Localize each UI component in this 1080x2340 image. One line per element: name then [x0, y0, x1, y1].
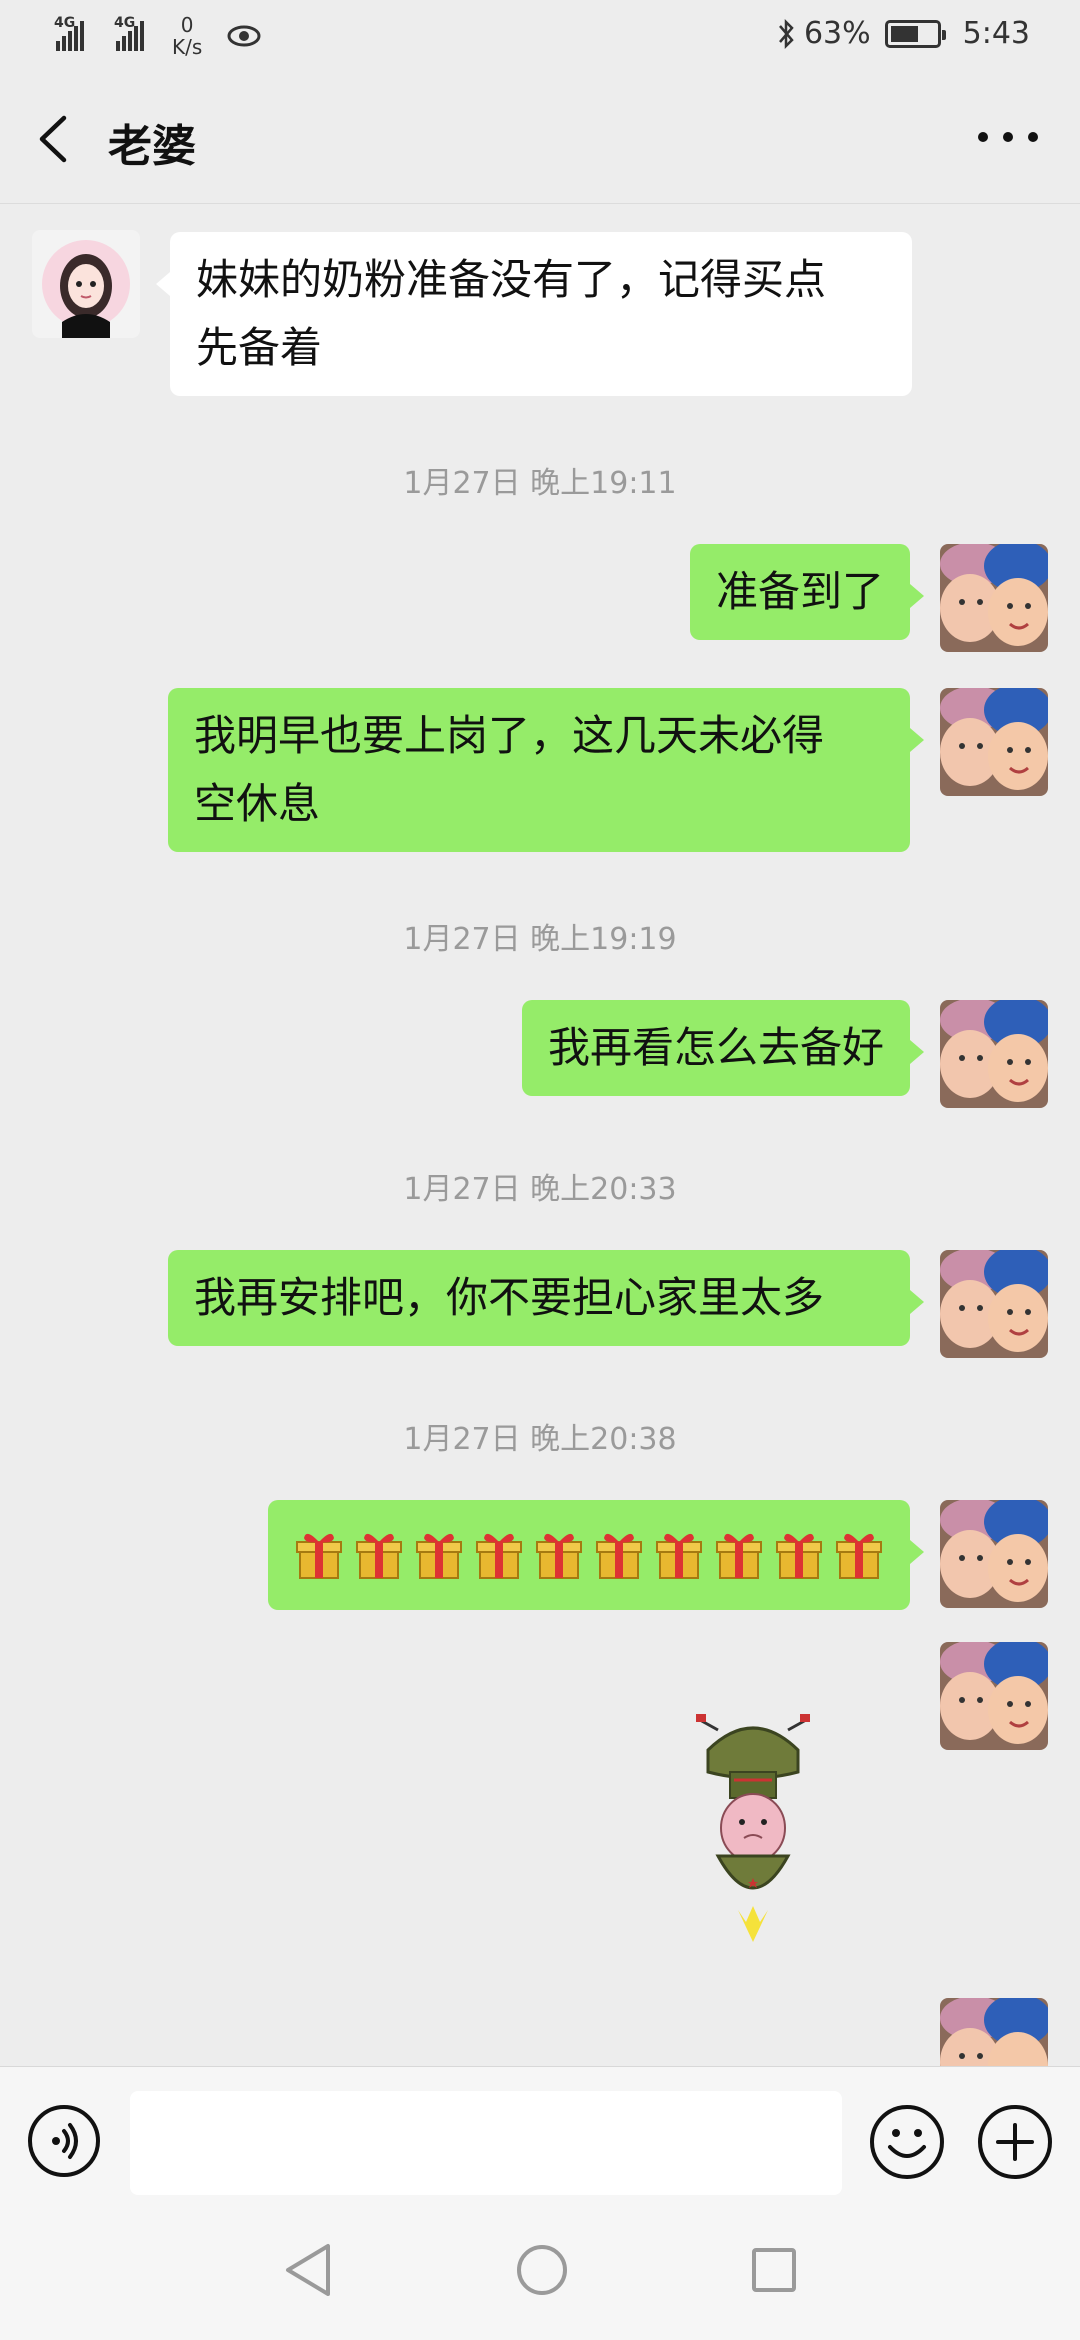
- voice-icon[interactable]: [28, 2105, 100, 2177]
- kids-avatar-image: [940, 1642, 1048, 1750]
- my-avatar[interactable]: [940, 1500, 1048, 1608]
- gift-icon: [296, 1533, 342, 1579]
- status-right: 63% 5:43: [776, 16, 1030, 51]
- plus-icon[interactable]: [978, 2105, 1052, 2179]
- square-recent-icon[interactable]: [746, 2240, 802, 2300]
- net-speed-unit: K/s: [172, 35, 203, 59]
- outgoing-message[interactable]: 我明早也要上岗了，这几天未必得 空休息: [168, 688, 924, 852]
- battery-percent: 63%: [803, 16, 871, 51]
- my-avatar[interactable]: [940, 1998, 1048, 2066]
- gift-icon: [416, 1533, 462, 1579]
- message-text-line: 空休息: [194, 779, 321, 828]
- triangle-back-icon[interactable]: [280, 2240, 336, 2300]
- timestamp: 1月27日 晚上19:11: [403, 466, 677, 501]
- kids-avatar-image: [940, 544, 1048, 652]
- incoming-message[interactable]: 妹妹的奶粉准备没有了，记得买点 先备着: [156, 232, 912, 396]
- gift-icon: [836, 1533, 882, 1579]
- timestamp: 1月27日 晚上19:19: [403, 922, 677, 957]
- net-speed: 0 K/s: [172, 14, 202, 58]
- net-speed-value: 0: [180, 13, 194, 37]
- kids-avatar-image: [940, 688, 1048, 796]
- gift-icon: [716, 1533, 762, 1579]
- outgoing-message[interactable]: 准备到了: [689, 544, 925, 640]
- network-type-2: 4G: [114, 15, 136, 31]
- message-text: 我再看怎么去备好: [547, 1023, 884, 1072]
- bluetooth-icon: [778, 18, 794, 49]
- smiley-icon[interactable]: [870, 2105, 944, 2179]
- timestamp: 1月27日 晚上20:38: [403, 1422, 677, 1457]
- message-text-line: 先备着: [196, 323, 323, 372]
- my-avatar[interactable]: [940, 544, 1048, 652]
- more-dots-icon[interactable]: [978, 132, 1038, 148]
- gift-icon: [656, 1533, 702, 1579]
- chevron-left-icon[interactable]: [34, 114, 74, 164]
- plus-sign-icon: [996, 2123, 1034, 2161]
- chat-area[interactable]: 妹妹的奶粉准备没有了，记得买点 先备着 1月27日 晚上19:11 准备到了 我…: [0, 204, 1080, 2066]
- chat-header: 老婆: [0, 72, 1080, 204]
- my-avatar[interactable]: [940, 1000, 1048, 1108]
- gift-icon: [536, 1533, 582, 1579]
- message-text: 准备到了: [715, 567, 884, 616]
- more-dot: [1003, 132, 1013, 142]
- system-nav-bar: [0, 2202, 1080, 2340]
- kids-avatar-image: [940, 1500, 1048, 1608]
- more-dot: [978, 132, 988, 142]
- timestamp: 1月27日 晚上20:33: [403, 1172, 677, 1207]
- my-avatar[interactable]: [940, 1642, 1048, 1750]
- battery-fill: [890, 25, 919, 42]
- smiley-face-icon: [888, 2129, 926, 2158]
- battery-icon: [884, 19, 946, 48]
- message-text-line: 妹妹的奶粉准备没有了，记得买点: [196, 255, 827, 304]
- my-avatar[interactable]: [940, 688, 1048, 796]
- outgoing-message[interactable]: 我再看怎么去备好: [521, 1000, 925, 1096]
- clock: 5:43: [962, 16, 1030, 51]
- gift-icon: [776, 1533, 822, 1579]
- more-dot: [1028, 132, 1038, 142]
- kids-avatar-image: [940, 1000, 1048, 1108]
- gift-icon: [356, 1533, 402, 1579]
- message-text-line: 我明早也要上岗了，这几天未必得: [194, 711, 825, 760]
- gift-icon: [596, 1533, 642, 1579]
- message-input[interactable]: [130, 2091, 842, 2195]
- contact-avatar[interactable]: [32, 230, 140, 338]
- input-bar: [0, 2066, 1080, 2202]
- gift-emoji-message[interactable]: [268, 1500, 924, 1610]
- signal-1-icon: 4G: [54, 15, 84, 51]
- outgoing-message[interactable]: 我再安排吧，你不要担心家里太多: [168, 1250, 924, 1346]
- signal-2-icon: 4G: [114, 15, 144, 51]
- soldier-sticker[interactable]: [678, 1710, 828, 1950]
- girl-avatar-image: [32, 230, 140, 338]
- circle-home-icon[interactable]: [514, 2240, 570, 2300]
- message-text: 我再安排吧，你不要担心家里太多: [194, 1273, 825, 1322]
- kids-avatar-image: [940, 1250, 1048, 1358]
- status-bar: 4G 4G 0 K/s 63% 5:43: [0, 0, 1080, 72]
- eye-icon: [227, 25, 261, 47]
- status-left: 4G 4G 0 K/s: [54, 14, 262, 58]
- kids-avatar-image: [940, 1998, 1048, 2066]
- my-avatar[interactable]: [940, 1250, 1048, 1358]
- network-type-1: 4G: [54, 15, 76, 31]
- voice-waves-icon: [52, 2123, 78, 2159]
- gift-icon: [476, 1533, 522, 1579]
- chat-title: 老婆: [108, 121, 196, 172]
